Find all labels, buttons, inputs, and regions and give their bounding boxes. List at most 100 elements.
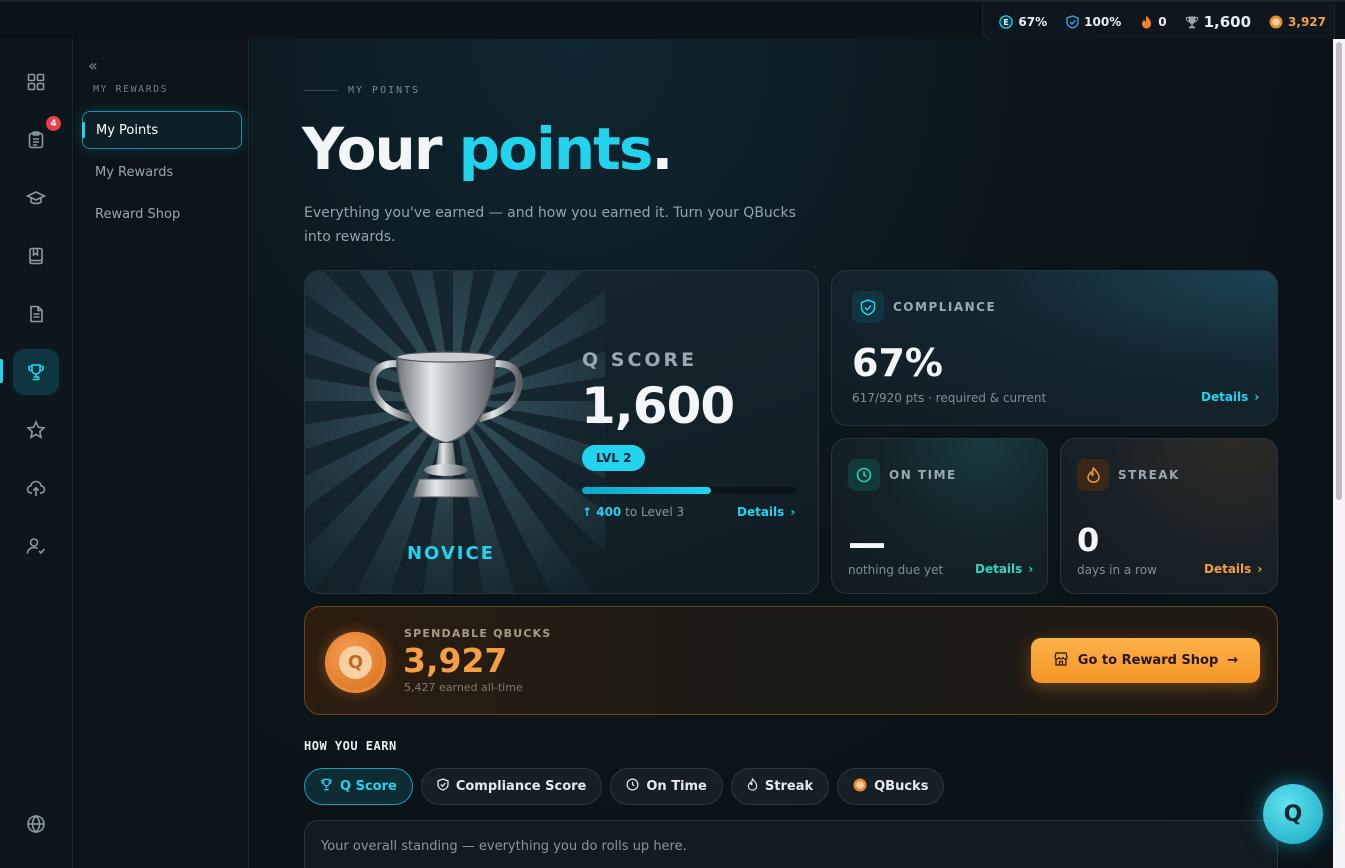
earn-description-card: Your overall standing — everything you d… (304, 820, 1278, 868)
clock-icon (848, 459, 880, 491)
ontime-details-link[interactable]: Details › (975, 562, 1033, 576)
streak-details-label: Details (1204, 562, 1252, 576)
qscore-value: 1,600 (581, 377, 735, 435)
stat-qbucks[interactable]: 3,927 (1269, 15, 1326, 29)
stat-ontime-value: 100% (1084, 14, 1122, 29)
tab-qbucks[interactable]: QBucks (837, 768, 945, 805)
qscore-label: Q SCORE (582, 349, 698, 371)
eyebrow-text: MY POINTS (348, 85, 421, 96)
rewards-sidebar: « MY REWARDS My Points My Rewards Reward… (74, 39, 249, 868)
icon-rail: 4 (0, 39, 73, 868)
compliance-details-label: Details (1201, 390, 1249, 404)
documents-icon[interactable] (13, 291, 59, 337)
shield-icon (437, 778, 449, 795)
tab-qbucks-label: QBucks (874, 779, 929, 794)
collapse-icon[interactable]: « (88, 56, 98, 75)
level-badge: LVL 2 (582, 445, 646, 471)
sidebar-item-my-rewards[interactable]: My Rewards (82, 153, 242, 191)
compliance-label: COMPLIANCE (893, 300, 997, 314)
earn-tabs: Q Score Compliance Score On Time Streak … (304, 768, 945, 805)
page-description: Everything you've earned — and how you e… (304, 205, 796, 245)
title-accent: points (458, 115, 654, 183)
scrollbar[interactable] (1333, 39, 1345, 868)
qbucks-coin-icon: Q (325, 632, 386, 693)
level-progress-fill (582, 487, 711, 494)
people-icon[interactable] (13, 523, 59, 569)
streak-card: STREAK 0 days in a row Details › (1060, 438, 1278, 594)
stat-ontime[interactable]: 100% (1065, 15, 1121, 29)
upload-icon[interactable] (13, 465, 59, 511)
streak-value: 0 (1077, 521, 1100, 559)
tab-q-score[interactable]: Q Score (304, 768, 413, 805)
qscore-details-link[interactable]: Details › (737, 505, 795, 519)
coin-icon (1269, 15, 1283, 29)
stat-streak[interactable]: 0 (1139, 15, 1167, 29)
streak-sub: days in a row (1077, 563, 1157, 577)
tab-streak[interactable]: Streak (730, 768, 830, 805)
qbucks-card: Q SPENDABLE QBUCKS 3,927 5,427 earned al… (304, 606, 1278, 715)
store-icon (1053, 651, 1069, 671)
scrollbar-thumb[interactable] (1336, 42, 1342, 500)
arrow-up-icon: ↑ (582, 505, 597, 519)
how-you-earn-heading: HOW YOU EARN (304, 739, 397, 753)
compliance-details-link[interactable]: Details › (1201, 390, 1259, 404)
level-progress-bar (582, 487, 797, 494)
stats-strip: E 67% 100% 0 1,600 3,927 (982, 4, 1335, 40)
qbucks-value: 3,927 (403, 641, 508, 680)
stat-compliance[interactable]: E 67% (999, 15, 1047, 29)
star-icon[interactable] (13, 407, 59, 453)
library-icon[interactable] (13, 233, 59, 279)
compliance-value: 67% (852, 341, 943, 385)
top-bar: E 67% 100% 0 1,600 3,927 (0, 0, 1345, 40)
qscore-details-label: Details (737, 505, 785, 519)
clock-icon (626, 778, 639, 795)
rank-label: NOVICE (406, 543, 496, 564)
silver-trophy-icon (369, 351, 523, 498)
svg-text:E: E (1004, 18, 1009, 27)
learning-icon[interactable] (13, 175, 59, 221)
globe-icon[interactable] (13, 801, 59, 847)
ontime-details-label: Details (975, 562, 1023, 576)
chevron-right-icon: › (1028, 562, 1034, 576)
sidebar-item-reward-shop[interactable]: Reward Shop (82, 195, 242, 233)
qbucks-label: SPENDABLE QBUCKS (404, 627, 552, 640)
main-content: MY POINTS Your points. Everything you've… (250, 39, 1332, 868)
title-part1: Your (302, 115, 459, 183)
ontime-value: — (848, 521, 886, 565)
tab-compliance-score-label: Compliance Score (455, 779, 587, 794)
chevron-right-icon: › (1257, 562, 1263, 576)
qscore-card: NOVICE Q SCORE 1,600 LVL 2 ↑ 400 to Leve… (304, 270, 819, 594)
shield-icon (852, 291, 884, 323)
page-title: Your points. (302, 115, 673, 183)
ontime-sub: nothing due yet (848, 563, 944, 577)
ontime-label: ON TIME (889, 468, 957, 482)
assistant-button[interactable]: Q (1263, 784, 1323, 844)
tab-compliance-score[interactable]: Compliance Score (420, 768, 603, 805)
active-indicator (0, 359, 3, 383)
compliance-e-icon: E (999, 14, 1014, 29)
stat-qbucks-value: 3,927 (1288, 14, 1326, 29)
assistant-letter: Q (1283, 801, 1303, 827)
trophy-icon[interactable] (13, 349, 59, 395)
qbucks-sub: 5,427 earned all-time (404, 681, 523, 694)
dashboard-icon[interactable] (13, 59, 59, 105)
tab-on-time-label: On Time (646, 779, 707, 794)
to-next-amount: 400 (596, 505, 622, 519)
title-end: . (651, 115, 673, 183)
stat-qscore[interactable]: 1,600 (1185, 13, 1251, 31)
tab-q-score-label: Q Score (340, 779, 397, 794)
go-to-reward-shop-button[interactable]: Go to Reward Shop → (1031, 638, 1260, 683)
streak-label: STREAK (1118, 468, 1180, 482)
tab-streak-label: Streak (764, 779, 814, 794)
tab-on-time[interactable]: On Time (610, 768, 723, 805)
streak-details-link[interactable]: Details › (1204, 562, 1262, 576)
flame-icon (1077, 459, 1109, 491)
trophy-icon (1185, 15, 1199, 29)
coin-icon (853, 778, 867, 796)
sidebar-section-title: MY REWARDS (93, 84, 169, 95)
sidebar-item-my-points[interactable]: My Points (82, 111, 242, 149)
compliance-sub: 617/920 pts · required & current (852, 391, 1047, 405)
arrow-right-icon: → (1227, 653, 1239, 668)
chevron-right-icon: › (790, 505, 796, 519)
stat-compliance-value: 67% (1018, 14, 1048, 29)
